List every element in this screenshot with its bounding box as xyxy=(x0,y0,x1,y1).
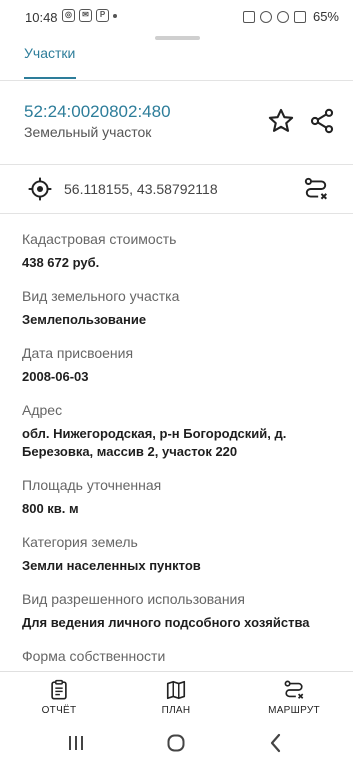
tab-active-indicator xyxy=(24,77,76,79)
field-area: Площадь уточненная 800 кв. м xyxy=(22,476,342,518)
field-ownership: Форма собственности xyxy=(22,647,342,665)
recent-apps-icon[interactable] xyxy=(66,733,86,753)
field-value: Для ведения личного подсобного хозяйства xyxy=(22,615,310,630)
field-label: Категория земель xyxy=(22,534,138,550)
back-icon[interactable] xyxy=(266,733,286,753)
parcel-header: 52:24:0020802:480 Земельный участок xyxy=(0,80,353,165)
alarm-icon xyxy=(242,10,255,23)
locate-button[interactable] xyxy=(26,176,54,204)
field-value: Земли населенных пунктов xyxy=(22,558,201,573)
status-right: 65% xyxy=(242,9,339,24)
parking-notification-icon: P xyxy=(96,9,109,22)
nav-label: ПЛАН xyxy=(161,705,191,716)
field-value: 2008-06-03 xyxy=(22,369,89,384)
bottom-nav: ОТЧЁТ ПЛАН МАРШРУТ xyxy=(0,671,353,720)
app-notification-icon: ✉ xyxy=(79,9,92,22)
sheet-drag-handle[interactable] xyxy=(155,36,200,40)
report-icon xyxy=(51,679,67,700)
wifi-icon xyxy=(276,10,289,23)
nav-label: МАРШРУТ xyxy=(268,705,320,716)
location-icon xyxy=(259,10,272,23)
field-value: обл. Нижегородская, р-н Богородский, д. … xyxy=(22,426,287,459)
tab-bar: Участки xyxy=(0,42,353,81)
route-button[interactable] xyxy=(302,176,330,204)
field-label: Вид разрешенного использования xyxy=(22,591,245,607)
field-address: Адрес обл. Нижегородская, р-н Богородски… xyxy=(22,401,342,461)
parcel-type: Земельный участок xyxy=(24,124,152,140)
nav-label: ОТЧЁТ xyxy=(41,705,77,716)
status-time: 10:48 xyxy=(25,10,58,25)
field-assign-date: Дата присвоения 2008-06-03 xyxy=(22,344,342,386)
share-icon xyxy=(310,108,334,134)
map-plan-icon xyxy=(166,680,186,700)
nav-plan[interactable]: ПЛАН xyxy=(131,672,221,720)
field-permitted-use: Вид разрешенного использования Для веден… xyxy=(22,590,342,632)
field-land-category: Категория земель Земли населенных пункто… xyxy=(22,533,342,575)
parcel-details[interactable]: Кадастровая стоимость 438 672 руб. Вид з… xyxy=(0,214,353,671)
nav-report[interactable]: ОТЧЁТ xyxy=(14,672,104,720)
field-label: Форма собственности xyxy=(22,648,166,664)
home-icon[interactable] xyxy=(166,733,186,753)
field-value: Землепользование xyxy=(22,312,147,327)
field-parcel-kind: Вид земельного участка Землепользование xyxy=(22,287,342,329)
field-label: Вид земельного участка xyxy=(22,288,180,304)
status-bar: 10:48 ◎ ✉ P 65% xyxy=(0,0,353,34)
field-cadastral-value: Кадастровая стоимость 438 672 руб. xyxy=(22,230,342,272)
favorite-button[interactable] xyxy=(267,107,295,135)
field-value: 438 672 руб. xyxy=(22,255,100,270)
more-notifications-dot-icon xyxy=(113,14,117,18)
notification-icons: ◎ ✉ P xyxy=(62,9,117,22)
coordinates-text[interactable]: 56.118155, 43.58792118 xyxy=(64,181,218,197)
field-label: Адрес xyxy=(22,402,63,418)
share-button[interactable] xyxy=(308,107,336,135)
app-notification-icon: ◎ xyxy=(62,9,75,22)
field-value: 800 кв. м xyxy=(22,501,79,516)
cadastral-number[interactable]: 52:24:0020802:480 xyxy=(24,102,171,122)
field-label: Кадастровая стоимость xyxy=(22,231,177,247)
field-label: Дата присвоения xyxy=(22,345,134,361)
route-icon xyxy=(284,680,304,699)
system-nav-bar xyxy=(0,719,353,767)
signal-icon xyxy=(293,10,306,23)
coordinates-bar: 56.118155, 43.58792118 xyxy=(0,165,353,214)
crosshair-icon xyxy=(28,177,52,201)
tab-parcels[interactable]: Участки xyxy=(24,42,75,80)
battery-level: 65% xyxy=(312,9,339,24)
field-label: Площадь уточненная xyxy=(22,477,162,493)
nav-route[interactable]: МАРШРУТ xyxy=(249,672,339,720)
star-icon xyxy=(268,108,294,132)
route-icon xyxy=(304,177,327,200)
